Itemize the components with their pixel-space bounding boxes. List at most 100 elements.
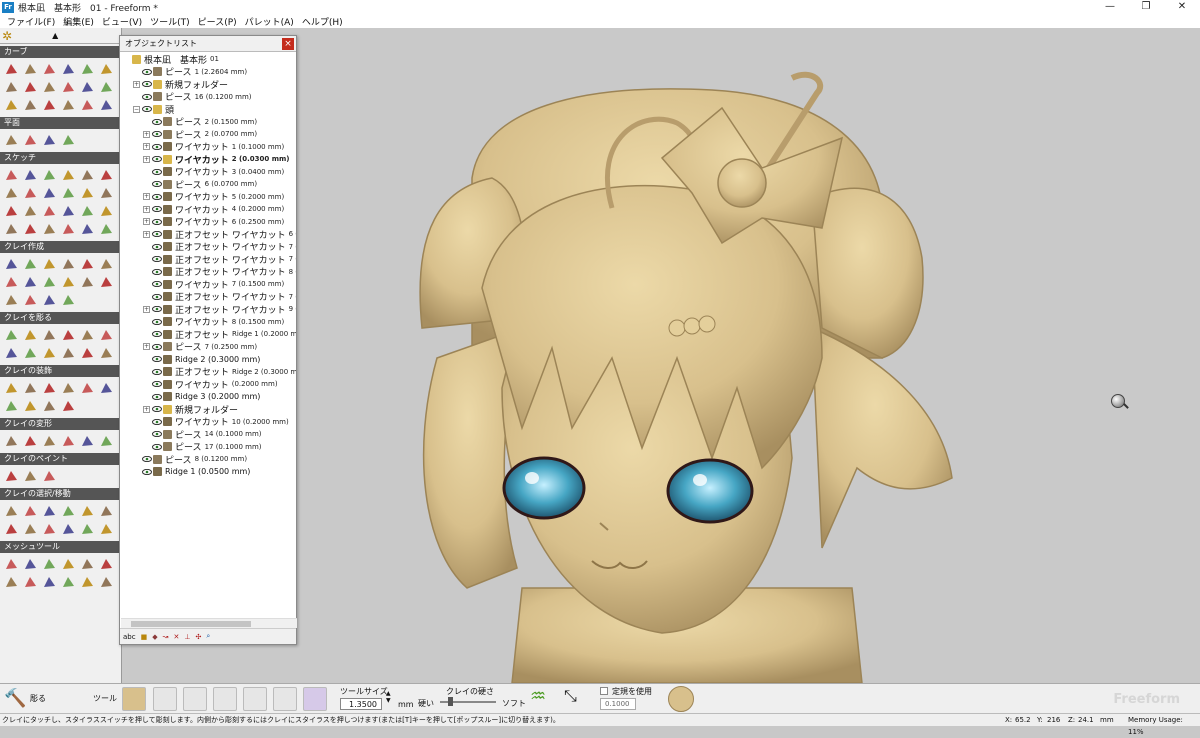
tool-button[interactable] bbox=[97, 96, 115, 113]
folder-icon[interactable]: ■ bbox=[141, 633, 148, 641]
maximize-button[interactable]: ❐ bbox=[1128, 0, 1164, 14]
tool-button[interactable] bbox=[21, 220, 39, 237]
tool-button[interactable] bbox=[21, 255, 39, 272]
tool-button[interactable] bbox=[40, 467, 58, 484]
tool-button[interactable] bbox=[21, 291, 39, 308]
eye-icon[interactable] bbox=[152, 118, 162, 125]
section-header[interactable]: クレイの変形 bbox=[0, 418, 121, 430]
tool-button[interactable] bbox=[21, 60, 39, 77]
tree-row[interactable]: + 新規フォルダー bbox=[120, 403, 296, 416]
menu-help[interactable]: ヘルプ(H) bbox=[298, 15, 347, 28]
eye-icon[interactable] bbox=[142, 106, 152, 113]
eye-icon[interactable] bbox=[152, 293, 162, 300]
tool-button[interactable] bbox=[21, 273, 39, 290]
tool-button[interactable] bbox=[2, 379, 20, 396]
eye-icon[interactable] bbox=[152, 143, 162, 150]
tree-row[interactable]: ピース 6 (0.0700 mm) bbox=[120, 178, 296, 191]
eye-icon[interactable] bbox=[152, 368, 162, 375]
tool-button[interactable] bbox=[59, 326, 77, 343]
tool-button[interactable] bbox=[2, 202, 20, 219]
gear-icon[interactable]: ✲ bbox=[2, 29, 12, 43]
tree-row[interactable]: + ワイヤカット 4 (0.2000 mm) bbox=[120, 203, 296, 216]
tree-row[interactable]: + ワイヤカット 6 (0.2500 mm) bbox=[120, 216, 296, 228]
section-header[interactable]: クレイ作成 bbox=[0, 241, 121, 253]
tool-preset-3[interactable] bbox=[183, 687, 207, 711]
tool-button[interactable] bbox=[40, 78, 58, 95]
tool-button[interactable] bbox=[78, 255, 96, 272]
tool-button[interactable] bbox=[40, 273, 58, 290]
tree-row[interactable]: 根本凪 基本形 01 bbox=[120, 53, 296, 66]
tool-button[interactable] bbox=[59, 184, 77, 201]
tool-button[interactable] bbox=[59, 131, 77, 148]
tool-button[interactable] bbox=[21, 573, 39, 590]
tool-button[interactable] bbox=[97, 220, 115, 237]
expand-toggle[interactable]: + bbox=[143, 193, 150, 201]
tool-button[interactable] bbox=[78, 273, 96, 290]
expand-toggle[interactable]: + bbox=[143, 230, 150, 238]
eye-icon[interactable] bbox=[152, 156, 162, 163]
tree-row[interactable]: + ピース 7 (0.2500 mm) bbox=[120, 341, 296, 353]
tree-row[interactable]: − 頭 bbox=[120, 103, 296, 116]
section-header[interactable]: クレイの選択/移動 bbox=[0, 488, 121, 500]
tool-preset-2[interactable] bbox=[153, 687, 177, 711]
tool-button[interactable] bbox=[78, 220, 96, 237]
eye-icon[interactable] bbox=[142, 468, 152, 475]
tree-row[interactable]: + 新規フォルダー bbox=[120, 78, 296, 91]
tool-preset-7[interactable] bbox=[303, 687, 327, 711]
tool-preset-6[interactable] bbox=[273, 687, 297, 711]
tool-button[interactable] bbox=[78, 96, 96, 113]
tool-button[interactable] bbox=[97, 344, 115, 361]
section-header[interactable]: メッシュツール bbox=[0, 541, 121, 553]
tool-button[interactable] bbox=[59, 573, 77, 590]
tool-button[interactable] bbox=[78, 555, 96, 572]
tool-button[interactable] bbox=[78, 432, 96, 449]
tree-row[interactable]: ワイヤカット 7 (0.1500 mm) bbox=[120, 278, 296, 291]
tree-row[interactable]: + ワイヤカット 1 (0.1000 mm) bbox=[120, 141, 296, 153]
eye-icon[interactable] bbox=[152, 193, 162, 200]
tool-button[interactable] bbox=[78, 60, 96, 77]
tree-row[interactable]: Ridge 1 (0.0500 mm) bbox=[120, 466, 296, 479]
tool-button[interactable] bbox=[59, 502, 77, 519]
tree-row[interactable]: ピース 8 (0.1200 mm) bbox=[120, 453, 296, 466]
tree-row[interactable]: ピース 1 (2.2604 mm) bbox=[120, 66, 296, 78]
eye-icon[interactable] bbox=[152, 331, 162, 338]
axis-icon[interactable]: ⊥ bbox=[184, 633, 190, 641]
zoom-lens-icon[interactable] bbox=[1111, 394, 1125, 408]
tool-button[interactable] bbox=[97, 184, 115, 201]
section-header[interactable]: カーブ bbox=[0, 46, 121, 58]
tool-button[interactable] bbox=[2, 96, 20, 113]
tool-button[interactable] bbox=[78, 326, 96, 343]
scrollbar-thumb[interactable] bbox=[131, 621, 251, 627]
tool-button[interactable] bbox=[2, 220, 20, 237]
eye-icon[interactable] bbox=[152, 231, 162, 238]
tool-button[interactable] bbox=[59, 379, 77, 396]
tool-button[interactable] bbox=[2, 432, 20, 449]
expand-toggle[interactable]: + bbox=[143, 343, 150, 351]
tool-button[interactable] bbox=[40, 60, 58, 77]
move-icon[interactable]: ✣ bbox=[195, 633, 201, 641]
tool-button[interactable] bbox=[97, 255, 115, 272]
tree-row[interactable]: ワイヤカット 10 (0.2000 mm) bbox=[120, 416, 296, 428]
tree-row[interactable]: 正オフセット ワイヤカット8 (0.3000 bbox=[120, 266, 296, 278]
tree-row[interactable]: ピース 14 (0.1000 mm) bbox=[120, 428, 296, 441]
tree-row[interactable]: 正オフセット ワイヤカット7 (0.2000 bbox=[120, 291, 296, 303]
eye-icon[interactable] bbox=[152, 181, 162, 188]
tree-row[interactable]: ワイヤカット 3 (0.0400 mm) bbox=[120, 166, 296, 178]
expand-toggle[interactable]: + bbox=[143, 205, 150, 213]
tree-row[interactable]: ワイヤカット 8 (0.1500 mm) bbox=[120, 316, 296, 328]
tool-button[interactable] bbox=[21, 166, 39, 183]
tree-row[interactable]: 正オフセット ワイヤカット7 (0.3000 bbox=[120, 241, 296, 253]
eye-icon[interactable] bbox=[142, 93, 152, 100]
tool-button[interactable] bbox=[40, 202, 58, 219]
tool-button[interactable] bbox=[97, 202, 115, 219]
tool-button[interactable] bbox=[40, 220, 58, 237]
tool-button[interactable] bbox=[40, 344, 58, 361]
tool-button[interactable] bbox=[2, 273, 20, 290]
tool-button[interactable] bbox=[59, 255, 77, 272]
tool-button[interactable] bbox=[40, 255, 58, 272]
eye-icon[interactable] bbox=[152, 131, 162, 138]
tool-button[interactable] bbox=[21, 467, 39, 484]
tool-button[interactable] bbox=[97, 502, 115, 519]
tool-button[interactable] bbox=[78, 202, 96, 219]
tool-button[interactable] bbox=[40, 131, 58, 148]
